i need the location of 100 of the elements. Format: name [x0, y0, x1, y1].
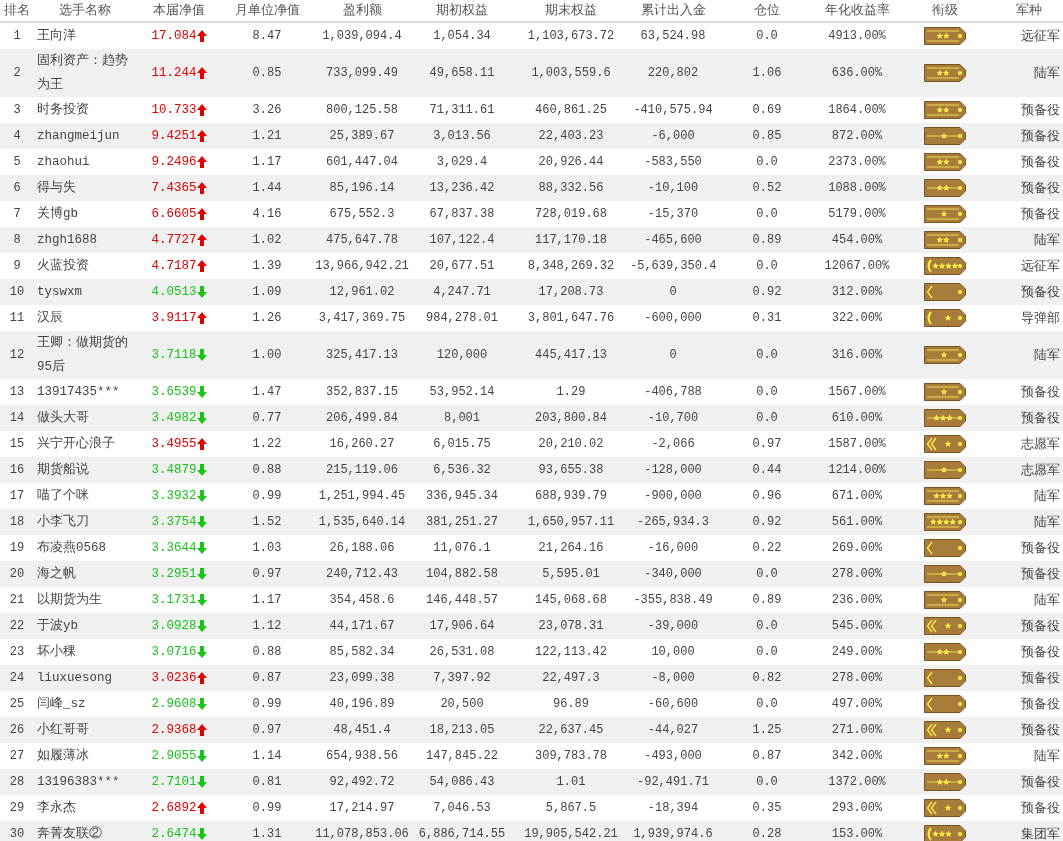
- table-cell-text: -128,000: [643, 463, 703, 477]
- rank-cell-text: 28: [8, 775, 26, 789]
- down-arrow-icon: [196, 698, 207, 710]
- rank-cell-text: 9: [12, 259, 22, 273]
- rank-cell-text: 2: [12, 66, 22, 80]
- table-cell-text: 120,000: [435, 348, 489, 362]
- branch-cell-text: 陆军: [1033, 591, 1061, 609]
- table-cell-text: 654,938.56: [325, 749, 399, 763]
- table-cell-text: 20,677.51: [428, 259, 496, 273]
- branch-cell-text: 陆军: [1033, 513, 1061, 531]
- column-header: 盈利额: [341, 2, 383, 19]
- net-value: 2.9055: [151, 749, 197, 763]
- table-cell-text: 1.02: [251, 233, 283, 247]
- net-value: 3.2951: [151, 567, 197, 581]
- rank-cell-text: 11: [8, 311, 26, 325]
- rank-cell-text: 12: [8, 348, 26, 362]
- player-name: 王卿：做期货的95后: [36, 334, 129, 376]
- table-cell-text: 96.89: [552, 697, 590, 711]
- table-cell-text: -16,000: [646, 541, 700, 555]
- table-cell-text: 0.0: [755, 259, 779, 273]
- table-cell-text: 0.97: [751, 437, 783, 451]
- branch-cell-text: 预备役: [1020, 565, 1061, 583]
- table-cell-text: 460,861.25: [534, 103, 608, 117]
- down-arrow-icon: [196, 750, 207, 762]
- down-arrow-icon: [196, 620, 207, 632]
- table-cell-text: 93,655.38: [537, 463, 605, 477]
- table-cell-text: 0.85: [751, 129, 783, 143]
- net-value: 7.4365: [151, 181, 197, 195]
- player-name: 喵了个咪: [36, 487, 90, 505]
- table-cell-text: -15,370: [646, 207, 700, 221]
- table-cell-text: -39,000: [646, 619, 700, 633]
- table-cell-text: 85,582.34: [328, 645, 396, 659]
- table-cell-text: 0.0: [755, 385, 779, 399]
- table-cell-text: 4913.00%: [827, 29, 887, 43]
- table-cell-text: 4,247.71: [432, 285, 492, 299]
- net-value: 2.9608: [151, 697, 197, 711]
- table-cell-text: -600,000: [643, 311, 703, 325]
- table-cell-text: 71,311.61: [428, 103, 496, 117]
- table-cell-text: 381,251.27: [425, 515, 499, 529]
- table-cell-text: 1088.00%: [827, 181, 887, 195]
- rank-cell-text: 20: [8, 567, 26, 581]
- column-header: 年化收益率: [823, 2, 891, 19]
- table-cell-text: 1.03: [251, 541, 283, 555]
- table-cell-text: -265,934.3: [636, 515, 710, 529]
- table-cell-text: 3,013.56: [432, 129, 492, 143]
- rank-cell-text: 1: [12, 29, 22, 43]
- table-cell-text: 92,492.72: [328, 775, 396, 789]
- player-name: 海之帆: [36, 565, 77, 583]
- table-cell-text: 147,845.22: [425, 749, 499, 763]
- down-arrow-icon: [196, 594, 207, 606]
- player-name: 于波yb: [36, 617, 79, 635]
- up-arrow-icon: [196, 67, 207, 79]
- table-cell-text: 48,451.4: [332, 723, 392, 737]
- table-cell-text: -10,700: [646, 411, 700, 425]
- player-name: 以期货为生: [36, 591, 103, 609]
- table-cell-text: -10,100: [646, 181, 700, 195]
- table-cell-text: -410,575.94: [632, 103, 714, 117]
- player-name: zhangmeijun: [36, 128, 121, 145]
- up-arrow-icon: [196, 30, 207, 42]
- net-value: 3.0716: [151, 645, 197, 659]
- table-cell-text: 26,188.06: [328, 541, 396, 555]
- table-cell-text: 54,086.43: [428, 775, 496, 789]
- branch-cell-text: 预备役: [1020, 539, 1061, 557]
- column-header: 本届净值: [152, 2, 206, 19]
- net-value: 2.7101: [151, 775, 197, 789]
- branch-cell-text: 陆军: [1033, 487, 1061, 505]
- table-cell-text: 5,595.01: [541, 567, 601, 581]
- table-cell-text: 7,397.92: [432, 671, 492, 685]
- table-cell-text: 1.14: [251, 749, 283, 763]
- table-cell-text: 0.28: [751, 827, 783, 841]
- table-cell-text: 0.0: [755, 619, 779, 633]
- table-cell-text: 20,500: [439, 697, 485, 711]
- table-cell-text: 11,078,853.06: [314, 827, 410, 841]
- down-arrow-icon: [196, 776, 207, 788]
- rank-cell-text: 13: [8, 385, 26, 399]
- table-cell-text: 0.99: [251, 489, 283, 503]
- net-value: 3.6539: [151, 385, 197, 399]
- table-cell-text: 0.31: [751, 311, 783, 325]
- table-cell-text: 5179.00%: [827, 207, 887, 221]
- table-cell-text: 1.25: [751, 723, 783, 737]
- table-cell-text: 1.47: [251, 385, 283, 399]
- column-header: 军种: [1014, 2, 1043, 19]
- table-cell-text: 6,536.32: [432, 463, 492, 477]
- table-cell-text: 675,552.3: [328, 207, 396, 221]
- table-cell-text: 0.92: [751, 285, 783, 299]
- down-arrow-icon: [196, 464, 207, 476]
- branch-cell-text: 志愿军: [1020, 435, 1061, 453]
- net-value: 17.084: [151, 29, 197, 43]
- table-cell-text: 220,802: [646, 66, 700, 80]
- table-cell-text: 1,054.34: [432, 29, 492, 43]
- rank-cell-text: 29: [8, 801, 26, 815]
- player-name: 期货船说: [36, 461, 90, 479]
- table-cell-text: 0.69: [751, 103, 783, 117]
- player-name: 王向洋: [36, 27, 77, 45]
- table-cell-text: 0.0: [755, 697, 779, 711]
- table-cell-text: -6,000: [650, 129, 696, 143]
- branch-cell-text: 导弹部: [1020, 309, 1061, 327]
- table-cell-text: 0.97: [251, 723, 283, 737]
- net-value: 4.7187: [151, 259, 197, 273]
- player-name: 做头大哥: [36, 409, 90, 427]
